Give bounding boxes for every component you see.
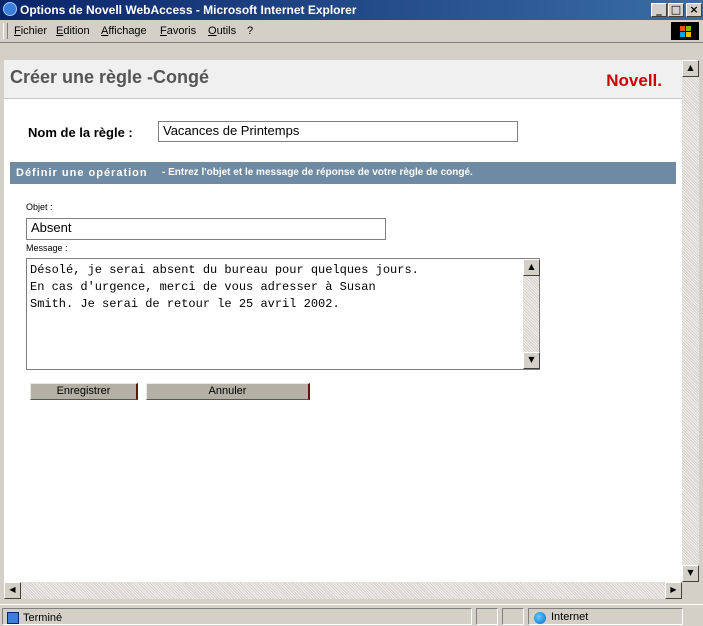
page-done-icon xyxy=(7,612,19,624)
rule-name-label: Nom de la règle : xyxy=(28,125,133,140)
menu-fichier[interactable]: Fichier xyxy=(14,25,47,37)
page-title: Créer une règle -Congé xyxy=(10,67,210,87)
minimize-button[interactable]: _ xyxy=(651,3,667,17)
horizontal-scrollbar[interactable]: ◀ ▶ xyxy=(4,582,682,599)
toolbar-grip xyxy=(3,23,8,39)
status-panel-blank xyxy=(476,608,498,625)
scroll-down-icon[interactable]: ▼ xyxy=(682,565,699,582)
maximize-button[interactable]: □ xyxy=(668,3,684,17)
internet-explorer-icon xyxy=(3,2,17,16)
cancel-button[interactable]: Annuler xyxy=(146,383,310,400)
internet-globe-icon xyxy=(534,612,546,624)
scroll-right-icon[interactable]: ▶ xyxy=(665,582,682,599)
menu-outils[interactable]: Outils xyxy=(208,25,236,37)
status-panel-main: Terminé xyxy=(2,608,472,625)
section-header: Définir une opération - Entrez l'objet e… xyxy=(10,162,676,184)
menu-favoris[interactable]: Favoris xyxy=(160,25,196,37)
browser-window: Options de Novell WebAccess - Microsoft … xyxy=(0,0,703,626)
status-panel-blank xyxy=(502,608,524,625)
menu-edition[interactable]: Edition xyxy=(56,25,90,37)
scroll-up-icon[interactable]: ▲ xyxy=(523,259,540,276)
window-title: Options de Novell WebAccess - Microsoft … xyxy=(20,3,357,17)
menu-bar: Fichier Edition Affichage Favoris Outils… xyxy=(0,20,703,43)
security-zone-label: Internet xyxy=(551,611,589,623)
status-text: Terminé xyxy=(23,612,63,624)
menu-affichage[interactable]: Affichage xyxy=(101,25,147,37)
message-text: Désolé, je serai absent du bureau pour q… xyxy=(30,263,419,311)
message-textarea[interactable]: Désolé, je serai absent du bureau pour q… xyxy=(26,258,540,370)
scroll-left-icon[interactable]: ◀ xyxy=(4,582,21,599)
title-bar: Options de Novell WebAccess - Microsoft … xyxy=(0,0,703,20)
page-content: Créer une règle -Congé Novell. Nom de la… xyxy=(4,60,682,582)
section-title: Définir une opération xyxy=(16,167,148,179)
scroll-up-icon[interactable]: ▲ xyxy=(682,60,699,77)
status-bar: Terminé Internet xyxy=(0,604,703,626)
subject-input[interactable]: Absent xyxy=(26,218,386,240)
vertical-scrollbar[interactable]: ▲ ▼ xyxy=(682,60,699,582)
page-header: Créer une règle -Congé Novell. xyxy=(4,60,682,99)
section-description: - Entrez l'objet et le message de répons… xyxy=(162,167,473,178)
windows-logo-icon xyxy=(671,22,699,40)
close-button[interactable]: × xyxy=(686,3,702,17)
message-label: Message : xyxy=(26,243,68,253)
scroll-down-icon[interactable]: ▼ xyxy=(523,352,540,369)
menu-help[interactable]: ? xyxy=(247,25,253,37)
rule-name-input[interactable]: Vacances de Printemps xyxy=(158,121,518,142)
save-button[interactable]: Enregistrer xyxy=(30,383,138,400)
novell-logo: Novell. xyxy=(606,71,662,90)
message-scrollbar[interactable]: ▲ ▼ xyxy=(523,259,540,369)
subject-label: Objet : xyxy=(26,202,53,212)
